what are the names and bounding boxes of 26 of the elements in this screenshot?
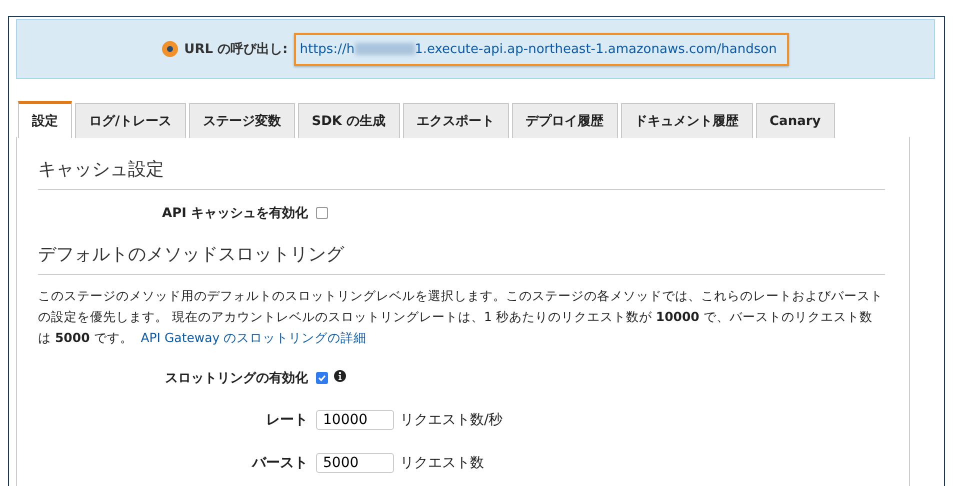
description-text: このステージのメソッド用のデフォルトのスロットリングレベルを選択します。このステージの各メソッドでは、これらのレートおよびバーストの設定を優先します。 現在のアカウントレベルのスロットリングレートは、1 秒あたりのリクエスト数が 10000 で、バーストのリクエスト数は 5000 です。 API Gateway のスロットリングの詳細 [38,287,884,347]
tab[interactable]: 設定 [18,101,72,138]
unit-label: リクエスト数/秒 [400,411,503,429]
tab[interactable]: ログ/トレース [75,103,186,138]
tab[interactable]: ステージ変数 [188,103,295,138]
field-label: バースト [250,454,308,472]
invoke-url-link[interactable]: https://h 1.execute-api.ap-northeast-1.amazonaws.com/handson [294,32,789,66]
input-field[interactable]: 5000 [316,453,394,473]
docs-link[interactable]: API Gateway のスロットリングの詳細 [140,330,367,345]
cache-checkbox[interactable] [316,207,328,219]
cache-label: API キャッシュを有効化 [161,205,308,222]
throttling-checkbox[interactable] [316,372,328,384]
status-dot-icon [162,41,178,57]
tab[interactable]: SDK の生成 [298,103,400,138]
section-heading: デフォルトのメソッドスロットリング [38,242,885,275]
tab[interactable]: エクスポート [402,103,509,138]
field-label: レート [265,411,308,429]
throttling-label: スロットリングの有効化 [164,370,308,387]
tab[interactable]: デプロイ履歴 [512,103,618,138]
section-heading: キャッシュ設定 [38,157,885,190]
unit-label: リクエスト数 [400,454,484,472]
invoke-url-label: URL の呼び出し: [184,40,288,58]
info-icon[interactable] [334,370,346,382]
input-field[interactable]: 10000 [316,410,394,430]
tab[interactable]: ドキュメント履歴 [620,103,753,138]
tab[interactable]: Canary [756,103,835,138]
